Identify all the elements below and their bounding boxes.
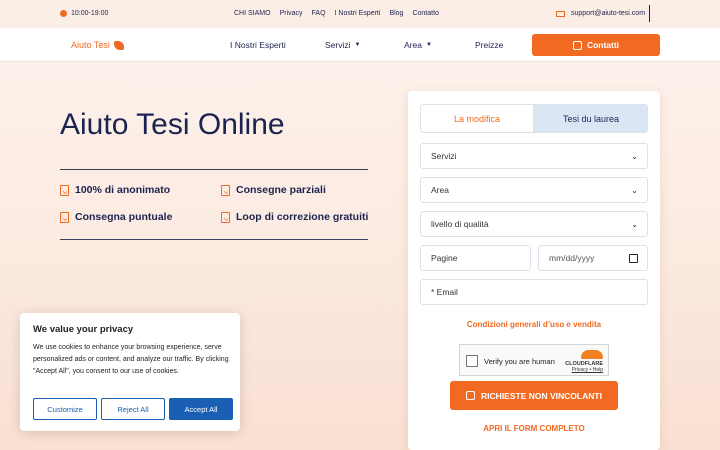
divider <box>60 239 368 240</box>
support-email[interactable]: support@aiuto-tesi.com <box>556 10 645 17</box>
divider <box>649 5 650 22</box>
reject-all-button[interactable]: Reject All <box>101 398 165 420</box>
top-link-chi-siamo[interactable]: CHI SIAMO <box>234 10 271 17</box>
opening-hours-text: 10:00-19:00 <box>71 10 109 17</box>
open-full-form-link[interactable]: APRI IL FORM COMPLETO <box>408 424 660 433</box>
area-select-value: Area <box>431 185 449 195</box>
logo-mark-icon <box>113 40 124 50</box>
captcha-label: Verify you are human <box>484 357 555 366</box>
cookie-consent-banner: We value your privacy We use cookies to … <box>20 313 240 431</box>
feature-free-revisions: Loop di correzione gratuiti <box>221 211 368 223</box>
main-nav: Aiuto Tesi I Nostri Esperti Servizi ▼ Ar… <box>0 28 720 62</box>
feature-label: 100% di anonimato <box>75 184 171 196</box>
chevron-down-icon: ⌄ <box>631 152 638 161</box>
nav-item-label[interactable]: I Nostri Esperti <box>230 40 286 50</box>
nav-item-label[interactable]: Preizze <box>475 40 503 50</box>
top-links: CHI SIAMO Privacy FAQ I Nostri Esperti B… <box>234 10 439 17</box>
tab-tesi-di-laurea[interactable]: Tesi du laurea <box>534 104 648 133</box>
nav-item-label[interactable]: Area <box>404 40 422 50</box>
top-link-privacy[interactable]: Privacy <box>280 10 303 17</box>
captcha-widget[interactable]: Verify you are human CLOUDFLARE Privacy … <box>459 344 609 376</box>
cloudflare-badge: CLOUDFLARE Privacy • Help <box>565 350 603 373</box>
top-link-contatto[interactable]: Contatto <box>412 10 438 17</box>
logo[interactable]: Aiuto Tesi <box>71 40 124 50</box>
email-field[interactable]: * Email <box>420 279 648 305</box>
quote-form-card: La modifica Tesi du laurea Servizi ⌄ Are… <box>408 91 660 450</box>
services-select[interactable]: Servizi ⌄ <box>420 143 648 169</box>
contact-button[interactable]: Contatti <box>532 34 660 56</box>
date-input-placeholder: mm/dd/yyyy <box>549 253 595 263</box>
nav-item-preizze[interactable]: Preizze <box>475 40 503 50</box>
tab-la-modifica[interactable]: La modifica <box>420 104 534 133</box>
feature-label: Consegne parziali <box>236 184 326 196</box>
feature-label: Consegna puntuale <box>75 211 173 223</box>
feature-anonymity: 100% di anonimato <box>60 184 170 196</box>
top-bar: 10:00-19:00 CHI SIAMO Privacy FAQ I Nost… <box>0 0 720 28</box>
feature-label: Loop di correzione gratuiti <box>236 211 369 223</box>
logo-text[interactable]: Aiuto Tesi <box>71 40 110 50</box>
nav-item-area[interactable]: Area ▼ <box>404 40 432 50</box>
calendar-icon[interactable] <box>629 254 638 263</box>
top-link-blog[interactable]: Blog <box>389 10 403 17</box>
chat-icon <box>572 40 582 50</box>
terms-link[interactable]: Condizioni generali d’uso e vendita <box>408 320 660 329</box>
quality-select[interactable]: livello di qualità ⌄ <box>420 211 648 237</box>
chevron-down-icon: ⌄ <box>631 220 638 229</box>
top-link-esperti[interactable]: I Nostri Esperti <box>335 10 381 17</box>
top-link-faq[interactable]: FAQ <box>312 10 326 17</box>
nav-item-servizi[interactable]: Servizi ▼ <box>325 40 360 50</box>
feature-on-time: Consegna puntuale <box>60 211 172 223</box>
area-select[interactable]: Area ⌄ <box>420 177 648 203</box>
submit-request-label: RICHIESTE NON VINCOLANTI <box>481 390 602 401</box>
envelope-icon <box>556 10 565 17</box>
clock-icon <box>60 10 67 17</box>
services-select-value: Servizi <box>431 151 457 161</box>
contact-button-label: Contatti <box>586 40 620 50</box>
quality-select-value: livello di qualità <box>431 219 489 229</box>
document-icon <box>466 391 476 400</box>
date-input[interactable]: mm/dd/yyyy <box>538 245 648 271</box>
chevron-down-icon: ▼ <box>425 42 432 48</box>
feature-partial-delivery: Consegne parziali <box>221 184 326 196</box>
nav-item-esperti[interactable]: I Nostri Esperti <box>230 40 286 50</box>
nav-item-label[interactable]: Servizi <box>325 40 351 50</box>
bookmark-check-icon <box>60 184 69 196</box>
email-field-placeholder: * Email <box>431 287 458 297</box>
customize-button[interactable]: Customize <box>33 398 97 420</box>
captcha-links[interactable]: Privacy • Help <box>565 367 603 373</box>
chevron-down-icon: ▼ <box>354 42 361 48</box>
divider <box>60 169 368 170</box>
cloud-icon <box>581 350 603 359</box>
cookie-text: We use cookies to enhance your browsing … <box>33 344 229 375</box>
bookmark-check-icon <box>221 211 230 223</box>
chevron-down-icon: ⌄ <box>631 186 638 195</box>
captcha-checkbox[interactable] <box>466 355 478 367</box>
cookie-title: We value your privacy <box>33 324 134 335</box>
support-email-text[interactable]: support@aiuto-tesi.com <box>571 10 645 17</box>
bookmark-check-icon <box>221 184 230 196</box>
pages-input-placeholder: Pagine <box>431 253 458 263</box>
bookmark-check-icon <box>60 211 69 223</box>
accept-all-button[interactable]: Accept All <box>169 398 233 420</box>
submit-request-button[interactable]: RICHIESTE NON VINCOLANTI <box>450 381 618 410</box>
page-title: Aiuto Tesi Online <box>60 108 285 141</box>
pages-input[interactable]: Pagine <box>420 245 531 271</box>
opening-hours: 10:00-19:00 <box>60 10 108 17</box>
